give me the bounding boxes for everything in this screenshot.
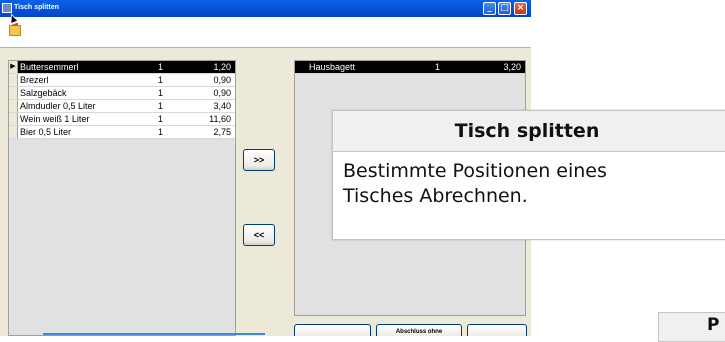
move-right-button[interactable]: >> <box>243 149 275 171</box>
row-indicator <box>9 113 18 125</box>
row-indicator <box>9 87 18 99</box>
close-icon[interactable]: × <box>514 2 527 15</box>
toolbar <box>0 17 531 48</box>
close-without-button[interactable]: Abschluss ohne <box>376 324 462 336</box>
row-indicator <box>9 100 18 112</box>
tooltip-body: Bestimmte Positionen eines Tisches Abrec… <box>333 152 725 209</box>
item-name: Salzgebäck <box>20 88 67 98</box>
item-qty: 1 <box>158 88 164 98</box>
tooltip-title: Tisch splitten <box>333 111 725 152</box>
table-row[interactable]: Almdudler 0,5 Liter 1 3,40 <box>9 100 235 113</box>
source-items-grid[interactable]: ▶ Buttersemmerl 1 1,20 Brezerl 1 0,90 Sa… <box>8 60 236 336</box>
table-row[interactable]: Brezerl 1 0,90 <box>9 74 235 87</box>
item-name: Almdudler 0,5 Liter <box>20 101 96 111</box>
item-name: Hausbagett <box>309 62 356 72</box>
item-name: Bier 0,5 Liter <box>20 127 72 137</box>
split-tool-icon[interactable] <box>9 22 21 36</box>
bottom-right-button[interactable] <box>467 324 527 336</box>
item-qty: 1 <box>158 114 164 124</box>
table-row[interactable]: Hausbagett 1 3,20 <box>295 61 525 74</box>
item-price: 3,40 <box>213 101 231 111</box>
item-qty: 1 <box>435 62 441 72</box>
table-row[interactable]: Wein weiß 1 Liter 1 11,60 <box>9 113 235 126</box>
item-qty: 1 <box>158 75 164 85</box>
row-indicator <box>9 74 18 86</box>
tooltip-body-line1: Bestimmte Positionen eines <box>343 160 607 182</box>
help-tooltip: Tisch splitten Bestimmte Positionen eine… <box>332 110 725 240</box>
item-name: Buttersemmerl <box>20 62 79 72</box>
item-price: 0,90 <box>213 88 231 98</box>
row-pointer-icon: ▶ <box>9 61 18 73</box>
bottom-left-button[interactable] <box>294 324 371 336</box>
table-row[interactable]: Bier 0,5 Liter 1 2,75 <box>9 126 235 139</box>
item-price: 2,75 <box>213 127 231 137</box>
item-price: 11,60 <box>209 114 231 124</box>
row-indicator <box>9 126 18 138</box>
minimize-icon[interactable]: _ <box>483 2 496 15</box>
partial-tooltip: P <box>658 312 725 342</box>
window-title: Tisch splitten <box>14 4 59 11</box>
item-qty: 1 <box>158 62 164 72</box>
focus-line <box>43 333 265 335</box>
item-qty: 1 <box>158 127 164 137</box>
item-price: 1,20 <box>213 62 231 72</box>
table-row[interactable]: Salzgebäck 1 0,90 <box>9 87 235 100</box>
maximize-icon[interactable]: □ <box>498 2 511 15</box>
move-left-button[interactable]: << <box>243 224 275 246</box>
title-bar[interactable]: Tisch splitten _ □ × <box>0 0 531 17</box>
item-qty: 1 <box>158 101 164 111</box>
app-icon <box>2 3 12 13</box>
table-row[interactable]: ▶ Buttersemmerl 1 1,20 <box>9 61 235 74</box>
item-price: 3,20 <box>503 62 521 72</box>
item-name: Brezerl <box>20 75 49 85</box>
tooltip-body-line2: Tisches Abrechnen. <box>343 185 528 207</box>
item-price: 0,90 <box>213 75 231 85</box>
item-name: Wein weiß 1 Liter <box>20 114 90 124</box>
